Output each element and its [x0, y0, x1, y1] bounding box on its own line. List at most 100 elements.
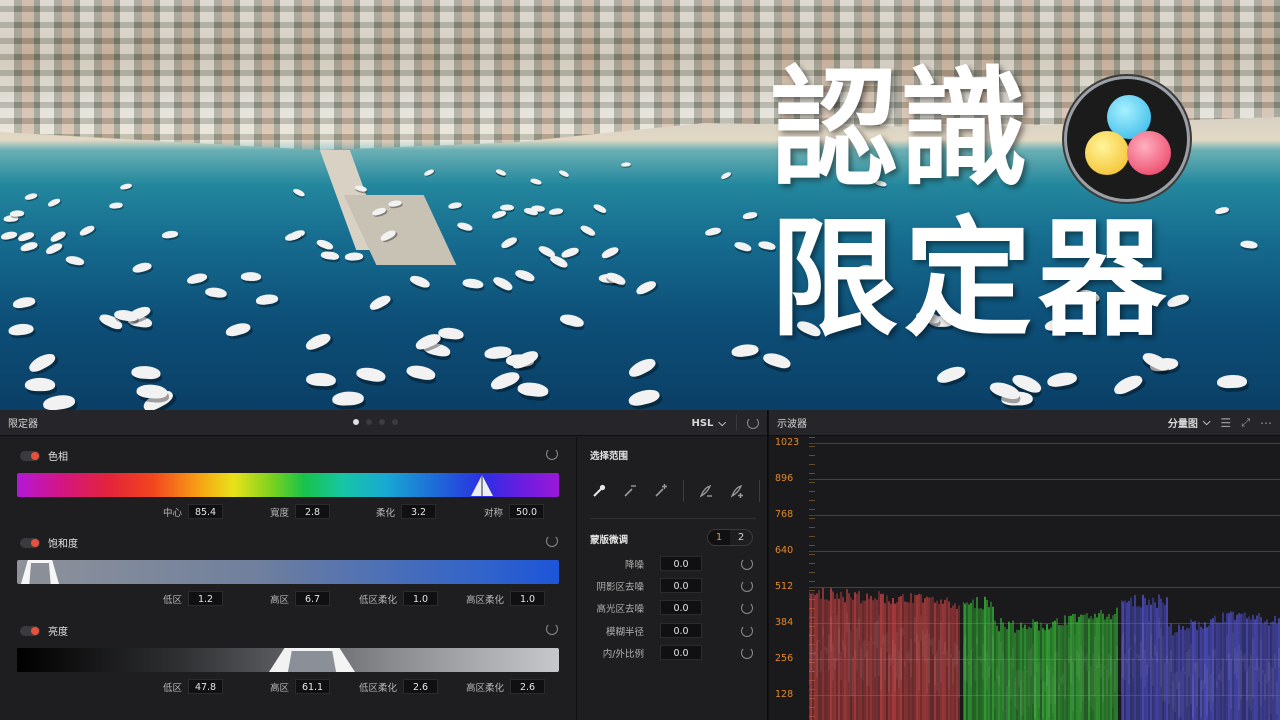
boat — [109, 201, 124, 209]
scope-mode-dropdown[interactable]: 分量图 ⌵ — [1168, 415, 1211, 430]
reset-icon[interactable] — [741, 602, 753, 614]
boat — [719, 170, 732, 180]
hue-width-value[interactable]: 2.8 — [295, 504, 331, 519]
hue-label: 色相 — [48, 452, 68, 463]
sat-high-soft-value[interactable]: 1.0 — [510, 591, 546, 606]
boat — [130, 364, 161, 380]
boat — [78, 223, 96, 237]
matte-page-1[interactable]: 1 — [708, 530, 730, 545]
hue-center-param: 中心 85.4 — [163, 504, 224, 519]
lum-high-value[interactable]: 61.1 — [295, 679, 331, 694]
boat — [44, 241, 64, 256]
luminance-gradient-bar[interactable] — [17, 648, 559, 672]
boat — [48, 229, 67, 244]
lum-high-param: 高区 61.1 — [270, 679, 331, 694]
feather-minus-icon[interactable] — [697, 482, 715, 500]
reset-icon[interactable] — [741, 647, 753, 659]
reset-icon[interactable] — [741, 580, 753, 592]
reset-icon[interactable] — [747, 417, 759, 429]
hue-width-param: 寬度 2.8 — [270, 504, 331, 519]
boat — [186, 271, 209, 285]
luminance-reset-icon[interactable] — [546, 623, 558, 635]
matte-row-value[interactable]: 0.0 — [660, 623, 702, 638]
lum-high-soft-value[interactable]: 2.6 — [510, 679, 546, 694]
matte-row-value[interactable]: 0.0 — [660, 556, 702, 571]
page-dot[interactable] — [366, 419, 372, 425]
blue-channel-waveform — [1120, 584, 1280, 720]
boat — [529, 177, 543, 186]
hue-soft-value[interactable]: 3.2 — [401, 504, 437, 519]
boat — [24, 378, 56, 392]
lum-low-soft-value[interactable]: 2.6 — [403, 679, 439, 694]
saturation-range-handle[interactable] — [21, 560, 59, 584]
matte-row-value[interactable]: 0.0 — [660, 578, 702, 593]
param-label: 对称 — [484, 507, 504, 519]
page-dot[interactable] — [379, 419, 385, 425]
sat-low-value[interactable]: 1.2 — [188, 591, 224, 606]
sat-high-value[interactable]: 6.7 — [295, 591, 331, 606]
qualifier-mode-dropdown[interactable]: HSL ⌵ — [691, 418, 726, 429]
page-dot[interactable] — [392, 419, 398, 425]
hue-sym-value[interactable]: 50.0 — [509, 504, 545, 519]
saturation-gradient-bar[interactable] — [17, 560, 559, 584]
boat — [345, 252, 364, 262]
scope-header-controls: 分量图 ⌵ ☰ ⤢ ⋯ — [1168, 415, 1272, 431]
lum-high-soft-param: 高区柔化 2.6 — [466, 679, 546, 694]
saturation-reset-icon[interactable] — [546, 535, 558, 547]
eyedropper-icon[interactable] — [590, 482, 608, 500]
matte-row-value[interactable]: 0.0 — [660, 645, 702, 660]
hue-gradient-bar[interactable] — [17, 473, 559, 497]
boat — [495, 168, 507, 177]
boat — [491, 274, 515, 293]
boat — [26, 350, 58, 376]
feather-plus-icon[interactable] — [728, 482, 746, 500]
matte-row-shadow-denoise: 阴影区去噪 0.0 — [590, 578, 756, 594]
sat-low-param: 低区 1.2 — [163, 591, 224, 606]
sat-low-soft-value[interactable]: 1.0 — [403, 591, 439, 606]
page-dot[interactable] — [353, 419, 359, 425]
green-channel-waveform — [962, 584, 1118, 720]
boat — [462, 277, 485, 290]
hue-center-value[interactable]: 85.4 — [188, 504, 224, 519]
palette-page-dots[interactable] — [353, 419, 398, 425]
matte-page-switch[interactable]: 1 2 — [707, 529, 753, 546]
saturation-params: 低区 1.2 高区 6.7 低区柔化 1.0 高区柔化 1.0 — [17, 591, 559, 607]
lum-low-value[interactable]: 47.8 — [188, 679, 224, 694]
boat — [405, 363, 437, 383]
matte-page-2[interactable]: 2 — [730, 530, 752, 545]
qualifier-header-controls: HSL ⌵ — [691, 415, 759, 431]
boat — [509, 347, 541, 372]
param-label: 寬度 — [270, 507, 290, 519]
qualifier-header: 限定器 HSL ⌵ — [0, 410, 767, 436]
matte-row-value[interactable]: 0.0 — [660, 600, 702, 615]
boat — [731, 343, 760, 359]
hue-toggle[interactable] — [20, 450, 40, 461]
boat — [600, 245, 621, 261]
boat — [205, 286, 228, 299]
sliders-icon[interactable]: ☰ — [1220, 416, 1231, 430]
param-label: 高区 — [270, 682, 290, 694]
luminance-toggle[interactable] — [20, 625, 40, 636]
more-icon[interactable]: ⋯ — [1260, 416, 1272, 430]
hue-params: 中心 85.4 寬度 2.8 柔化 3.2 对称 50.0 — [17, 504, 559, 520]
hue-range-handle[interactable] — [469, 473, 495, 497]
boat — [119, 182, 133, 191]
hue-reset-icon[interactable] — [546, 448, 558, 460]
boat — [1046, 370, 1079, 388]
eyedropper-minus-icon[interactable] — [621, 482, 639, 500]
hue-section-label: 色相 — [20, 448, 68, 463]
boat — [1240, 240, 1259, 250]
reset-icon[interactable] — [741, 625, 753, 637]
scope-title: 示波器 — [777, 419, 807, 430]
expand-icon[interactable]: ⤢ — [1241, 416, 1250, 430]
hero-title-line2: 限定器 — [770, 205, 1173, 354]
boat — [292, 187, 306, 198]
luminance-range-handle[interactable] — [269, 648, 355, 672]
boat — [499, 204, 514, 211]
boat — [41, 393, 76, 410]
eyedropper-plus-icon[interactable] — [652, 482, 670, 500]
saturation-toggle[interactable] — [20, 537, 40, 548]
reset-icon[interactable] — [741, 558, 753, 570]
divider — [590, 518, 756, 519]
sat-high-param: 高区 6.7 — [270, 591, 331, 606]
